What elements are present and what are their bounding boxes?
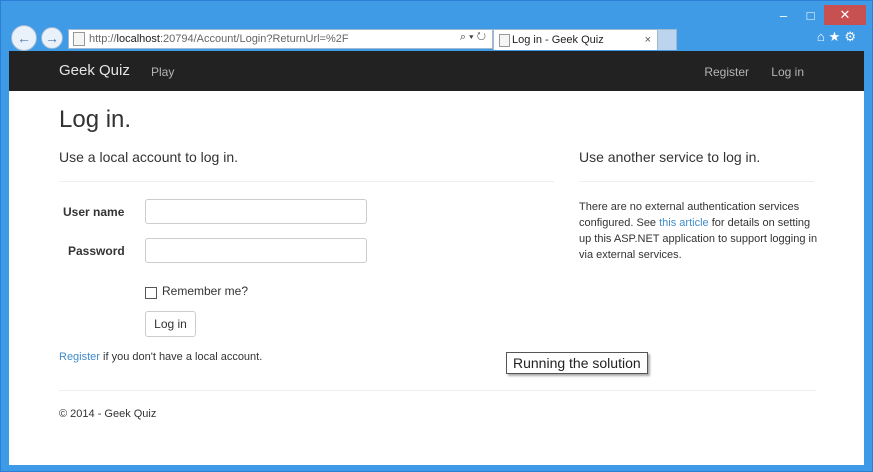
window-controls: ‒ □ ✕ bbox=[770, 5, 866, 27]
password-input[interactable] bbox=[145, 238, 367, 263]
username-label: User name bbox=[63, 205, 125, 219]
url-host: localhost bbox=[116, 33, 160, 45]
external-services-text: There are no external authentication ser… bbox=[579, 199, 819, 263]
url-prefix: http:// bbox=[89, 33, 117, 45]
brand-link[interactable]: Geek Quiz bbox=[59, 62, 130, 79]
register-link[interactable]: Register bbox=[59, 351, 100, 363]
page-title: Log in. bbox=[59, 106, 132, 133]
tab-title: Log in - Geek Quiz bbox=[512, 34, 604, 46]
local-account-heading: Use a local account to log in. bbox=[59, 149, 238, 165]
password-label: Password bbox=[68, 244, 125, 258]
external-service-heading: Use another service to log in. bbox=[579, 149, 761, 165]
maximize-button[interactable]: □ bbox=[797, 5, 824, 25]
divider bbox=[59, 181, 554, 182]
back-arrow-icon: ← bbox=[17, 30, 31, 46]
url-rest: :20794/Account/Login?ReturnUrl=%2F bbox=[159, 33, 349, 45]
remember-me-label: Remember me? bbox=[162, 284, 249, 298]
browser-toolbar-icons[interactable]: ⌂★⚙ bbox=[817, 29, 860, 45]
footer-divider bbox=[59, 390, 816, 391]
nav-play-link[interactable]: Play bbox=[151, 65, 174, 79]
address-tools[interactable]: ⌕ ▾ ↻ bbox=[460, 31, 486, 44]
footer-text: © 2014 - Geek Quiz bbox=[59, 408, 157, 420]
overlay-caption: Running the solution bbox=[506, 352, 648, 374]
back-button[interactable]: ← bbox=[11, 25, 37, 51]
address-bar[interactable]: http://localhost:20794/Account/Login?Ret… bbox=[68, 29, 493, 49]
divider bbox=[579, 181, 814, 182]
address-url: http://localhost:20794/Account/Login?Ret… bbox=[89, 33, 349, 45]
tab-favicon-icon bbox=[499, 34, 510, 47]
nav-register-link[interactable]: Register bbox=[704, 65, 749, 79]
forward-arrow-icon: → bbox=[45, 30, 59, 46]
minimize-button[interactable]: ‒ bbox=[770, 5, 797, 25]
new-tab-button[interactable] bbox=[657, 29, 677, 50]
browser-window: ‒ □ ✕ ← → http://localhost:20794/Account… bbox=[0, 0, 873, 472]
username-input[interactable] bbox=[145, 199, 367, 224]
page-content: Geek Quiz Play Register Log in Log in. U… bbox=[9, 51, 864, 465]
browser-tab[interactable]: Log in - Geek Quiz × bbox=[493, 29, 658, 50]
register-line: Register if you don't have a local accou… bbox=[59, 351, 262, 363]
remember-me-checkbox[interactable] bbox=[145, 287, 157, 299]
register-suffix: if you don't have a local account. bbox=[99, 351, 263, 363]
forward-button[interactable]: → bbox=[41, 27, 63, 49]
close-button[interactable]: ✕ bbox=[824, 5, 866, 25]
page-icon bbox=[73, 32, 85, 46]
site-navbar: Geek Quiz Play Register Log in bbox=[9, 51, 864, 91]
nav-login-link[interactable]: Log in bbox=[771, 65, 804, 79]
login-button[interactable]: Log in bbox=[145, 311, 196, 337]
this-article-link[interactable]: this article bbox=[659, 217, 709, 229]
title-bar: ‒ □ ✕ ← → http://localhost:20794/Account… bbox=[1, 1, 872, 51]
tab-close-icon[interactable]: × bbox=[645, 34, 651, 46]
